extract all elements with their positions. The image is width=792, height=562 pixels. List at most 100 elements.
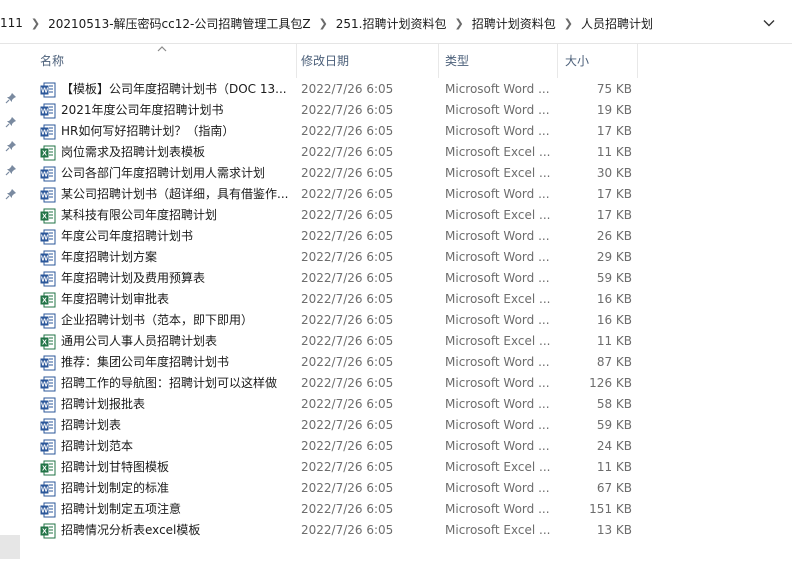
word-doc-icon: W <box>40 376 56 392</box>
breadcrumb-item[interactable]: 251.招聘计划资料包 <box>332 15 451 32</box>
breadcrumb-item[interactable]: 招聘计划资料包 <box>468 15 560 32</box>
file-type: Microsoft Excel ... <box>445 460 551 474</box>
excel-sheet-icon: X <box>40 145 56 161</box>
file-row[interactable]: X 招聘计划甘特图模板 2022/7/26 6:05 Microsoft Excel … <box>36 457 646 478</box>
file-name: 【模板】公司年度招聘计划书（DOC 13... <box>61 82 287 96</box>
file-name: 招聘计划甘特图模板 <box>61 460 170 474</box>
pin-icon[interactable] <box>5 92 17 104</box>
file-row[interactable]: W 【模板】公司年度招聘计划书（DOC 13... 2022/7/26 6:05 Mi… <box>36 79 646 100</box>
file-size: 11 KB <box>596 334 632 348</box>
file-row[interactable]: X 招聘情况分析表excel模板 2022/7/26 6:05 Microsoft E… <box>36 520 646 541</box>
file-row[interactable]: W 年度招聘计划方案 2022/7/26 6:05 Microsoft Word ..… <box>36 247 646 268</box>
file-row[interactable]: W 年度招聘计划及费用预算表 2022/7/26 6:05 Microsoft Wor… <box>36 268 646 289</box>
breadcrumb-item[interactable]: 111 <box>0 16 27 30</box>
file-type: Microsoft Word ... <box>445 313 550 327</box>
column-divider[interactable] <box>296 44 297 78</box>
file-type: Microsoft Word ... <box>445 229 550 243</box>
column-divider[interactable] <box>637 44 638 78</box>
file-modified-date: 2022/7/26 6:05 <box>301 334 394 348</box>
pin-icon[interactable] <box>5 164 17 176</box>
column-header-type[interactable]: 类型 <box>445 53 469 69</box>
svg-text:W: W <box>41 107 49 116</box>
file-type: Microsoft Word ... <box>445 82 550 96</box>
file-row[interactable]: W 年度公司年度招聘计划书 2022/7/26 6:05 Microsoft Word… <box>36 226 646 247</box>
file-name: 招聘计划制定五项注意 <box>61 502 182 516</box>
svg-text:X: X <box>42 338 47 347</box>
file-row[interactable]: W 某公司招聘计划书（超详细，具有借鉴作... 2022/7/26 6:05 Micr… <box>36 184 646 205</box>
svg-text:X: X <box>42 527 47 536</box>
breadcrumb-item[interactable]: 人员招聘计划 <box>577 15 657 32</box>
file-row[interactable]: X 某科技有限公司年度招聘计划 2022/7/26 6:05 Microsoft Ex… <box>36 205 646 226</box>
file-size: 75 KB <box>596 82 632 96</box>
word-doc-icon: W <box>40 355 56 371</box>
file-size: 126 KB <box>589 376 632 390</box>
column-header-date[interactable]: 修改日期 <box>301 53 349 69</box>
file-row[interactable]: W 招聘计划报批表 2022/7/26 6:05 Microsoft Word ...… <box>36 394 646 415</box>
column-header-name[interactable]: 名称 <box>40 53 64 69</box>
file-size: 87 KB <box>596 355 632 369</box>
file-modified-date: 2022/7/26 6:05 <box>301 376 394 390</box>
column-header-size[interactable]: 大小 <box>565 53 589 69</box>
file-modified-date: 2022/7/26 6:05 <box>301 502 394 516</box>
column-divider[interactable] <box>557 44 558 78</box>
file-size: 11 KB <box>596 145 632 159</box>
word-doc-icon: W <box>40 82 56 98</box>
svg-text:W: W <box>41 422 49 431</box>
file-name: 通用公司人事人员招聘计划表 <box>61 334 218 348</box>
file-modified-date: 2022/7/26 6:05 <box>301 439 394 453</box>
chevron-down-icon <box>763 20 775 27</box>
file-name: 招聘工作的导航图：招聘计划可以这样做 <box>61 376 278 390</box>
file-modified-date: 2022/7/26 6:05 <box>301 82 394 96</box>
file-type: Microsoft Word ... <box>445 502 550 516</box>
file-row[interactable]: W 招聘计划表 2022/7/26 6:05 Microsoft Word ... 59… <box>36 415 646 436</box>
file-size: 13 KB <box>596 523 632 537</box>
breadcrumb-item[interactable]: 20210513-解压密码cc12-公司招聘管理工具包Z <box>44 15 314 32</box>
pin-icon[interactable] <box>5 116 17 128</box>
word-doc-icon: W <box>40 250 56 266</box>
file-name: HR如何写好招聘计划？（指南） <box>61 124 235 138</box>
pin-icon[interactable] <box>5 140 17 152</box>
column-divider[interactable] <box>438 44 439 78</box>
file-size: 30 KB <box>596 166 632 180</box>
file-size: 59 KB <box>596 418 632 432</box>
word-doc-icon: W <box>40 124 56 140</box>
file-row[interactable]: W 招聘计划范本 2022/7/26 6:05 Microsoft Word ... 2… <box>36 436 646 457</box>
file-row[interactable]: X 年度招聘计划审批表 2022/7/26 6:05 Microsoft Excel … <box>36 289 646 310</box>
file-modified-date: 2022/7/26 6:05 <box>301 313 394 327</box>
file-name: 某公司招聘计划书（超详细，具有借鉴作... <box>61 187 289 201</box>
file-modified-date: 2022/7/26 6:05 <box>301 271 394 285</box>
svg-text:W: W <box>41 506 49 515</box>
file-row[interactable]: W 招聘计划制定五项注意 2022/7/26 6:05 Microsoft Word … <box>36 499 646 520</box>
file-modified-date: 2022/7/26 6:05 <box>301 250 394 264</box>
chevron-right-icon[interactable]: ❯ <box>27 17 44 30</box>
excel-sheet-icon: X <box>40 208 56 224</box>
file-row[interactable]: X 通用公司人事人员招聘计划表 2022/7/26 6:05 Microsoft Ex… <box>36 331 646 352</box>
file-type: Microsoft Word ... <box>445 355 550 369</box>
file-name: 年度招聘计划审批表 <box>61 292 170 306</box>
pin-icon[interactable] <box>5 188 17 200</box>
word-doc-icon: W <box>40 397 56 413</box>
file-name: 2021年度公司年度招聘计划书 <box>61 103 224 117</box>
svg-text:W: W <box>41 86 49 95</box>
file-row[interactable]: W 2021年度公司年度招聘计划书 2022/7/26 6:05 Microsoft … <box>36 100 646 121</box>
scrollbar-thumb[interactable] <box>0 535 20 559</box>
file-row[interactable]: W 公司各部门年度招聘计划用人需求计划 2022/7/26 6:05 Microsof… <box>36 163 646 184</box>
svg-text:W: W <box>41 317 49 326</box>
chevron-right-icon[interactable]: ❯ <box>560 17 577 30</box>
file-row[interactable]: W 招聘计划制定的标准 2022/7/26 6:05 Microsoft Word .… <box>36 478 646 499</box>
file-row[interactable]: W 招聘工作的导航图：招聘计划可以这样做 2022/7/26 6:05 Microso… <box>36 373 646 394</box>
address-bar: 111 ❯ 20210513-解压密码cc12-公司招聘管理工具包Z ❯ 251… <box>0 0 792 44</box>
address-history-button[interactable] <box>758 12 780 34</box>
word-doc-icon: W <box>40 481 56 497</box>
chevron-right-icon[interactable]: ❯ <box>315 17 332 30</box>
file-name: 推荐：集团公司年度招聘计划书 <box>61 355 230 369</box>
file-row[interactable]: W HR如何写好招聘计划？（指南） 2022/7/26 6:05 Microsoft … <box>36 121 646 142</box>
file-row[interactable]: X 岗位需求及招聘计划表模板 2022/7/26 6:05 Microsoft Exc… <box>36 142 646 163</box>
file-row[interactable]: W 企业招聘计划书（范本，即下即用） 2022/7/26 6:05 Microsoft… <box>36 310 646 331</box>
file-name: 某科技有限公司年度招聘计划 <box>61 208 218 222</box>
file-type: Microsoft Word ... <box>445 418 550 432</box>
chevron-right-icon[interactable]: ❯ <box>451 17 468 30</box>
file-size: 11 KB <box>596 460 632 474</box>
file-row[interactable]: W 推荐：集团公司年度招聘计划书 2022/7/26 6:05 Microsoft W… <box>36 352 646 373</box>
file-type: Microsoft Excel ... <box>445 166 551 180</box>
